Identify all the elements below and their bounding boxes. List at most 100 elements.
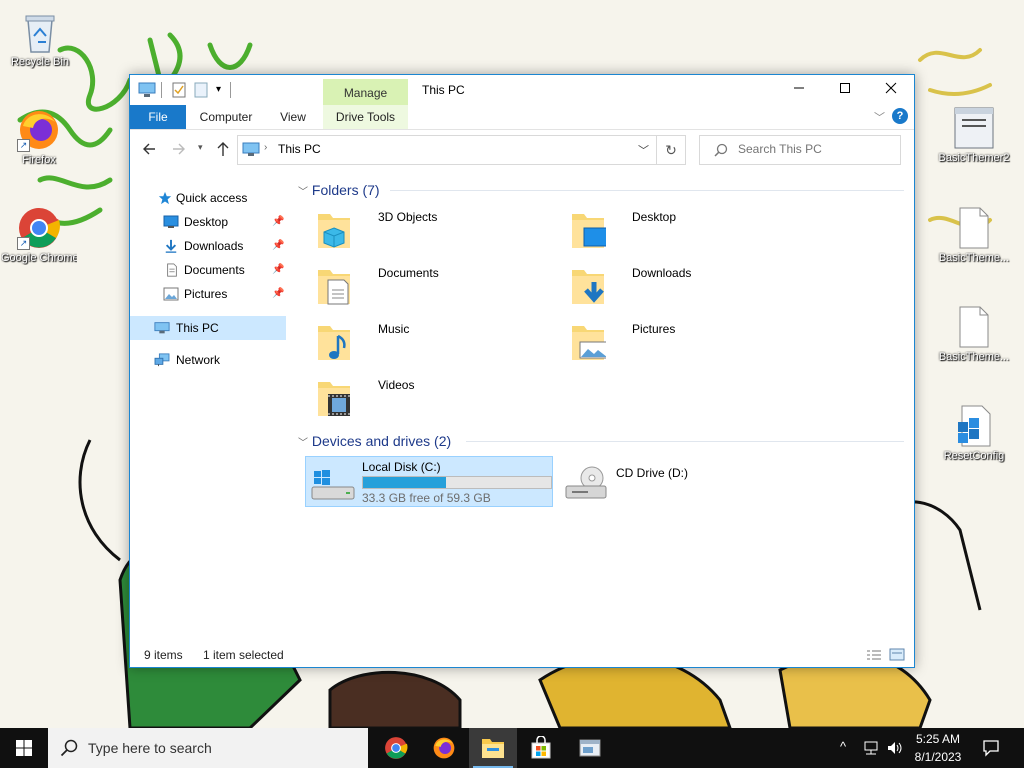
recent-locations-chevron-icon[interactable]: ▾	[198, 142, 203, 153]
computer-icon	[154, 322, 170, 334]
action-center-icon[interactable]	[982, 739, 1000, 757]
nav-item-label: Documents	[184, 263, 245, 277]
address-bar[interactable]: › This PC ﹀	[237, 135, 657, 165]
nav-item-pictures[interactable]: Pictures 📌	[130, 282, 286, 306]
navigation-toolbar: ▾ › This PC ﹀ ↻	[130, 130, 914, 168]
pin-icon[interactable]: 📌	[272, 210, 284, 234]
folder-name: Pictures	[632, 322, 676, 336]
explorer-window: ▾ Manage This PC File Computer View Driv…	[129, 74, 915, 668]
pictures-icon	[163, 287, 179, 301]
folder-tile-music[interactable]: Music	[306, 318, 556, 372]
close-button[interactable]	[868, 75, 914, 105]
refresh-button[interactable]: ↻	[657, 135, 686, 165]
nav-item-quick-access[interactable]: Quick access	[130, 186, 286, 210]
nav-item-this-pc[interactable]: This PC	[130, 316, 286, 340]
ribbon-tabs: File Computer View Drive Tools ﹀ ?	[130, 105, 914, 130]
nav-item-label: This PC	[176, 321, 219, 335]
expand-ribbon-chevron-icon[interactable]: ﹀	[874, 109, 885, 125]
show-hidden-icons-chevron-icon[interactable]: ^	[840, 739, 846, 754]
status-bar: 9 items 1 item selected	[130, 643, 914, 667]
folder-tile-downloads[interactable]: Downloads	[560, 262, 810, 316]
folder-name: Documents	[378, 266, 439, 280]
script-file-icon	[952, 404, 996, 448]
tab-file[interactable]: File	[130, 105, 186, 129]
address-dropdown-chevron-icon[interactable]: ﹀	[638, 142, 649, 158]
nav-item-downloads[interactable]: Downloads 📌	[130, 234, 286, 258]
desktop-icon	[163, 215, 179, 228]
taskbar-app-firefox[interactable]	[420, 728, 468, 768]
desktop-icon-google-chrome[interactable]: ↗ Google Chrome	[1, 206, 77, 265]
new-folder-icon[interactable]	[194, 82, 208, 98]
application-window-icon	[579, 739, 601, 757]
minimize-button[interactable]	[776, 75, 822, 105]
nav-item-network[interactable]: Network	[130, 348, 286, 372]
help-icon[interactable]: ?	[892, 108, 908, 124]
back-arrow-icon[interactable]	[142, 142, 156, 156]
folder-tile-documents[interactable]: Documents	[306, 262, 556, 316]
breadcrumb-chevron-icon[interactable]: ›	[264, 142, 267, 153]
folder-tile-3d-objects[interactable]: 3D Objects	[306, 206, 556, 260]
details-view-icon[interactable]	[866, 649, 882, 661]
drive-tile-local-disk-c[interactable]: Local Disk (C:) 33.3 GB free of 59.3 GB	[305, 456, 553, 507]
large-icons-view-icon[interactable]	[889, 648, 905, 661]
taskbar-app-chrome[interactable]	[372, 728, 420, 768]
music-folder-icon	[318, 326, 350, 360]
desktop-icon-basictheme-file-2[interactable]: BasicTheme...	[936, 305, 1012, 364]
volume-icon[interactable]	[886, 740, 904, 756]
nav-item-label: Quick access	[176, 191, 248, 205]
group-divider	[390, 190, 904, 191]
drive-space-detail: 33.3 GB free of 59.3 GB	[362, 491, 491, 505]
recycle-bin-icon	[18, 10, 62, 54]
desktop-icon-basictheme-file-1[interactable]: BasicTheme...	[936, 206, 1012, 265]
taskbar: Type here to search ^ 5:25 AM 8/1/2023	[0, 728, 1024, 768]
search-input[interactable]	[738, 142, 888, 156]
nav-item-desktop[interactable]: Desktop 📌	[130, 210, 286, 234]
collapse-chevron-icon[interactable]: ﹀	[298, 187, 308, 198]
taskbar-search-box[interactable]: Type here to search	[48, 728, 368, 768]
desktop-icon-resetconfig[interactable]: ResetConfig	[936, 404, 1012, 463]
devices-group-header[interactable]: ﹀ Devices and drives (2)	[298, 431, 451, 451]
desktop-icon-recycle-bin[interactable]: Recycle Bin	[2, 10, 78, 69]
folder-name: Downloads	[632, 266, 692, 280]
document-icon	[167, 263, 177, 277]
folder-tile-desktop[interactable]: Desktop	[560, 206, 810, 260]
desktop-icon-label: Google Chrome	[1, 252, 77, 264]
pin-icon[interactable]: 📌	[272, 258, 284, 282]
folder-name: Desktop	[632, 210, 677, 224]
collapse-chevron-icon[interactable]: ﹀	[298, 438, 308, 449]
folder-tile-videos[interactable]: Videos	[306, 374, 556, 428]
desktop-icon-firefox[interactable]: ↗ Firefox	[1, 108, 77, 167]
folder-name: 3D Objects	[378, 210, 438, 224]
network-icon[interactable]	[862, 741, 880, 756]
nav-item-documents[interactable]: Documents 📌	[130, 258, 286, 282]
folder-tile-pictures[interactable]: Pictures	[560, 318, 810, 372]
tab-drive-tools[interactable]: Drive Tools	[323, 105, 408, 129]
maximize-button[interactable]	[822, 75, 868, 105]
taskbar-app-basicthemer[interactable]	[566, 728, 614, 768]
pin-icon[interactable]: 📌	[272, 234, 284, 258]
forward-arrow-icon[interactable]	[172, 142, 186, 156]
close-icon	[885, 82, 897, 94]
desktop-icon-basicthemer2[interactable]: BasicThemer2	[936, 106, 1012, 165]
drive-tile-cd-drive-d[interactable]: CD Drive (D:)	[560, 456, 810, 510]
drive-usage-bar	[362, 476, 552, 489]
search-box[interactable]	[699, 135, 901, 165]
properties-icon[interactable]	[172, 82, 186, 98]
title-bar[interactable]: ▾ Manage This PC	[130, 75, 914, 105]
address-path[interactable]: This PC	[278, 142, 321, 156]
taskbar-app-microsoft-store[interactable]	[517, 728, 565, 768]
tab-view[interactable]: View	[270, 105, 316, 129]
start-button[interactable]	[0, 728, 48, 768]
folders-group-header[interactable]: ﹀ Folders (7)	[298, 180, 380, 200]
taskbar-app-file-explorer[interactable]	[469, 728, 517, 768]
system-clock[interactable]: 5:25 AM 8/1/2023	[906, 730, 970, 766]
pin-icon[interactable]: 📌	[272, 282, 284, 306]
context-tab-manage: Manage	[323, 79, 408, 105]
customize-quick-access-chevron-icon[interactable]: ▾	[216, 82, 221, 98]
tab-computer[interactable]: Computer	[190, 105, 262, 129]
nav-item-label: Downloads	[184, 239, 244, 253]
up-arrow-icon[interactable]	[216, 141, 230, 157]
window-title: This PC	[422, 83, 465, 97]
computer-icon	[138, 82, 156, 97]
downloads-folder-icon	[572, 270, 604, 304]
